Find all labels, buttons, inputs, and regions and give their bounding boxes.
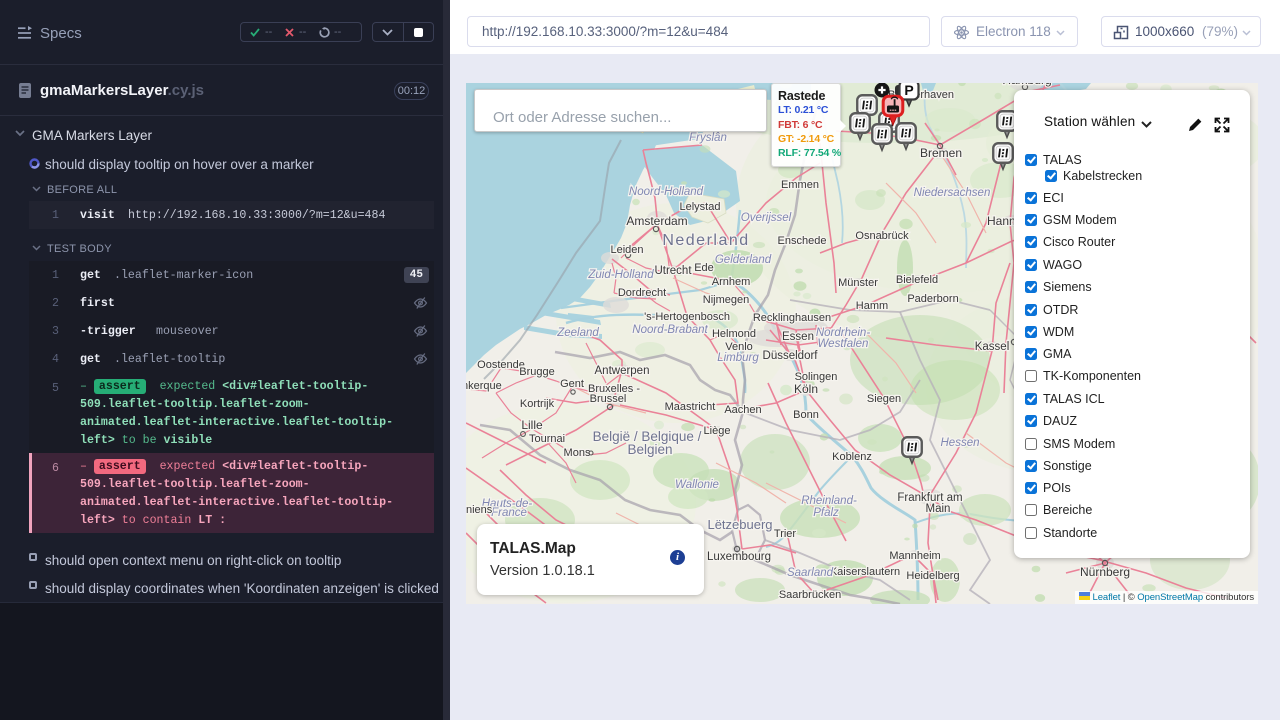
svg-text:Saarbrücken: Saarbrücken xyxy=(779,589,841,601)
svg-text:Kassel: Kassel xyxy=(975,341,1010,353)
svg-text:Nijmegen: Nijmegen xyxy=(703,294,749,306)
svg-text:'s-Hertogenbosch: 's-Hertogenbosch xyxy=(644,311,730,323)
svg-text:P: P xyxy=(904,83,913,98)
svg-text:Rheinland-: Rheinland- xyxy=(801,495,857,507)
svg-text:Noord-Brabant: Noord-Brabant xyxy=(632,324,708,336)
svg-text:Oostende: Oostende xyxy=(477,359,525,371)
svg-text:Münster: Münster xyxy=(838,277,878,289)
svg-text:Limburg: Limburg xyxy=(717,352,759,364)
svg-text:Mons: Mons xyxy=(564,447,591,459)
svg-text:Arnhem: Arnhem xyxy=(712,276,751,288)
svg-text:Hamburg: Hamburg xyxy=(1002,83,1051,87)
svg-text:Bremen: Bremen xyxy=(920,146,962,160)
svg-text:Recklinghausen: Recklinghausen xyxy=(753,312,831,324)
svg-text:Overijssel: Overijssel xyxy=(741,212,792,224)
svg-text:Köln: Köln xyxy=(794,382,818,396)
svg-text:nkerque: nkerque xyxy=(466,380,502,392)
svg-text:Zeeland: Zeeland xyxy=(556,327,599,339)
svg-text:Pfalz: Pfalz xyxy=(813,507,839,519)
svg-text:Antwerpen: Antwerpen xyxy=(595,365,650,377)
svg-text:Hamm: Hamm xyxy=(856,300,888,312)
svg-text:Emmen: Emmen xyxy=(781,179,819,191)
svg-text:Lelystad: Lelystad xyxy=(680,201,721,213)
svg-text:Enschede: Enschede xyxy=(778,235,827,247)
svg-text:Kortrijk: Kortrijk xyxy=(520,398,555,410)
svg-text:Essen: Essen xyxy=(782,331,814,343)
svg-text:Bonn: Bonn xyxy=(793,409,819,421)
svg-text:Niedersachsen: Niedersachsen xyxy=(914,187,991,199)
svg-text:Lille: Lille xyxy=(521,418,543,432)
svg-text:Nürnberg: Nürnberg xyxy=(1080,565,1130,579)
svg-text:Hessen: Hessen xyxy=(941,437,980,449)
svg-text:Trier: Trier xyxy=(774,528,797,540)
svg-text:niens: niens xyxy=(466,504,493,516)
svg-text:Utrecht: Utrecht xyxy=(654,265,692,277)
svg-text:Brussel: Brussel xyxy=(590,393,627,405)
svg-text:Wallonie: Wallonie xyxy=(675,479,719,491)
svg-text:Osnabrück: Osnabrück xyxy=(855,230,909,242)
svg-text:Koblenz: Koblenz xyxy=(832,451,872,463)
svg-text:Bielefeld: Bielefeld xyxy=(896,274,938,286)
svg-text:Maastricht: Maastricht xyxy=(665,401,716,413)
svg-text:Luxembourg: Luxembourg xyxy=(707,551,771,563)
svg-text:Helmond: Helmond xyxy=(712,328,756,340)
svg-text:Mannheim: Mannheim xyxy=(889,550,940,562)
svg-text:Gent: Gent xyxy=(560,378,584,390)
svg-text:Dordrecht: Dordrecht xyxy=(618,287,666,299)
svg-text:Zuid-Holland: Zuid-Holland xyxy=(587,269,654,281)
svg-text:Tournai: Tournai xyxy=(529,433,565,445)
svg-text:Düsseldorf: Düsseldorf xyxy=(763,350,819,362)
svg-text:France: France xyxy=(491,507,527,519)
svg-text:Amsterdam: Amsterdam xyxy=(626,214,687,228)
svg-text:Heidelberg: Heidelberg xyxy=(906,570,959,582)
svg-text:Belgien: Belgien xyxy=(627,442,672,457)
svg-text:Aachen: Aachen xyxy=(724,404,761,416)
svg-text:Gelderland: Gelderland xyxy=(715,254,772,266)
svg-text:Saarland: Saarland xyxy=(787,567,834,579)
svg-text:Brugge: Brugge xyxy=(519,366,554,378)
svg-text:Leiden: Leiden xyxy=(610,244,643,256)
svg-text:Liège: Liège xyxy=(704,425,731,437)
svg-text:Fryslân: Fryslân xyxy=(689,132,727,144)
svg-text:Paderborn: Paderborn xyxy=(907,293,958,305)
svg-text:Noord-Holland: Noord-Holland xyxy=(629,186,704,198)
svg-text:Lëtzebuerg: Lëtzebuerg xyxy=(707,517,772,532)
svg-text:Ede: Ede xyxy=(694,262,714,274)
svg-text:Nederland: Nederland xyxy=(662,232,749,249)
svg-text:Siegen: Siegen xyxy=(867,393,901,405)
svg-text:Kaiserslautern: Kaiserslautern xyxy=(830,566,900,578)
svg-text:Westfalen: Westfalen xyxy=(818,338,869,350)
svg-text:Main: Main xyxy=(926,503,951,515)
